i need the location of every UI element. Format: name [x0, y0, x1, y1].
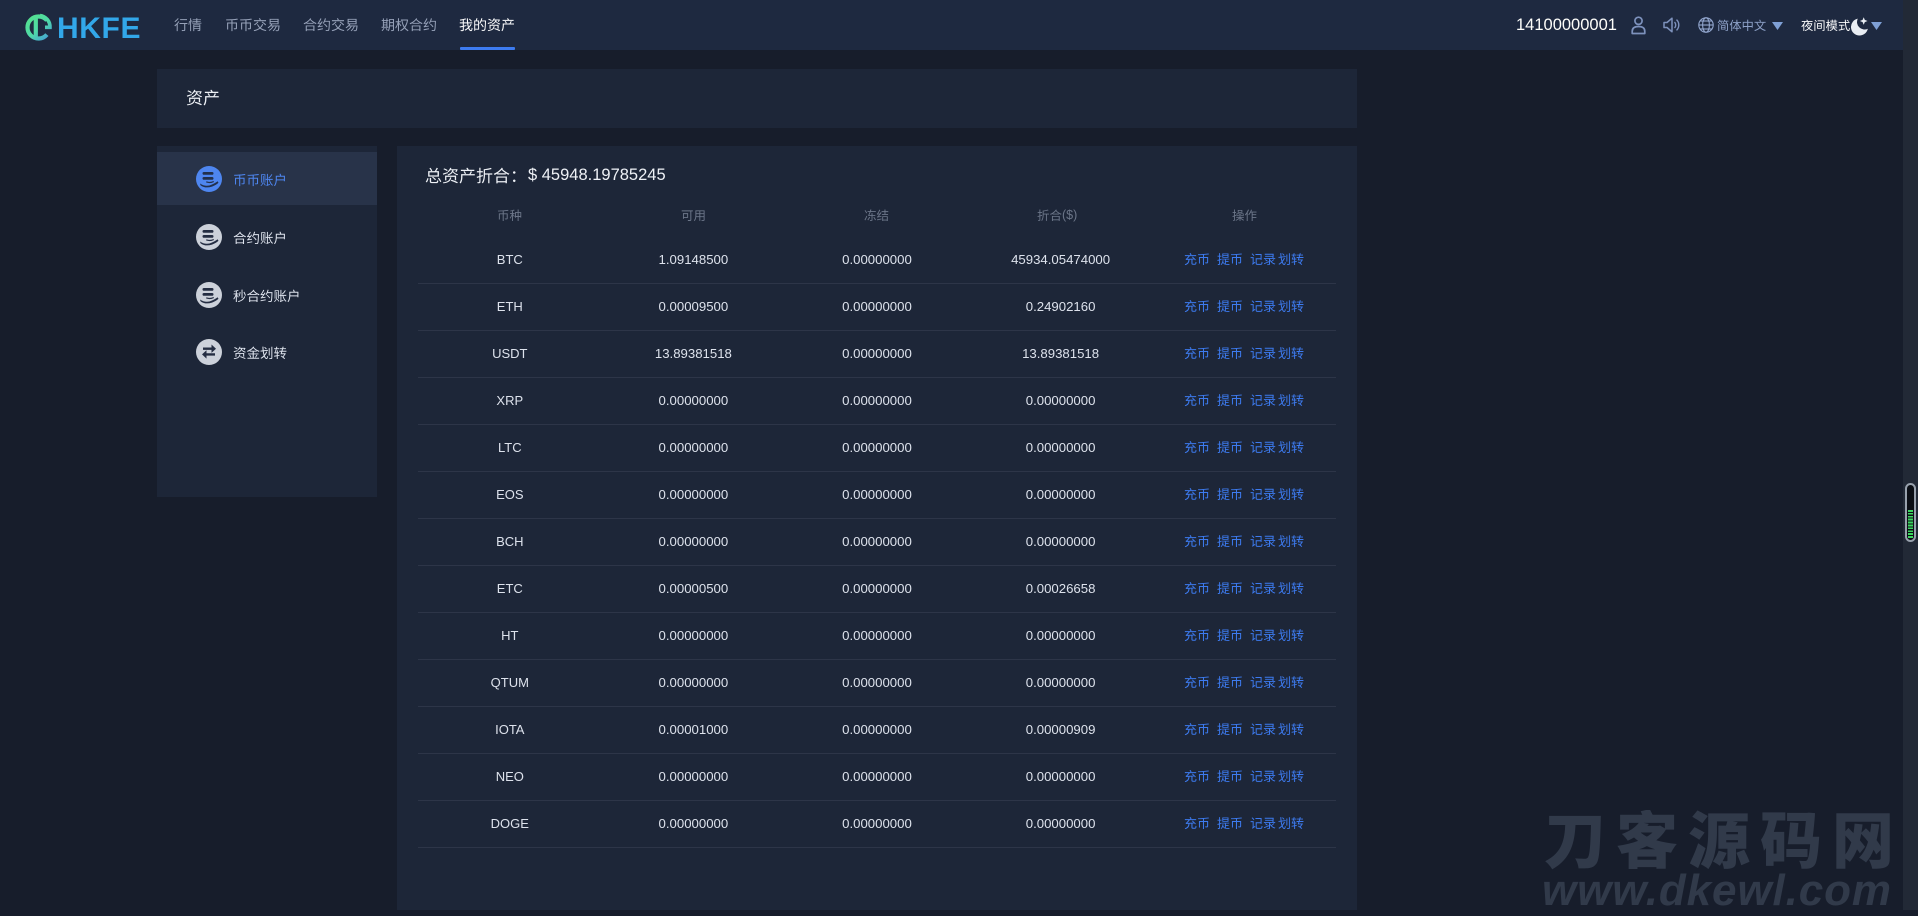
svg-text:HKFE: HKFE [57, 12, 141, 45]
svg-text:($): ($) [1062, 209, 1077, 222]
